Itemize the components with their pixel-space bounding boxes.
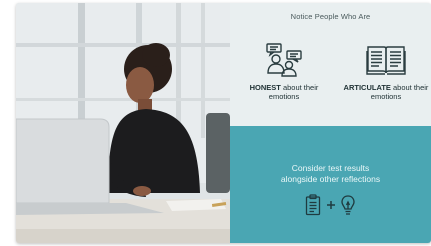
feature-honest-label: HONEST about their emotions <box>234 83 334 101</box>
bottom-icon-row <box>230 194 431 216</box>
consider-line-1: Consider test results <box>291 163 370 173</box>
open-book-icon <box>336 43 431 77</box>
notice-people-panel: Notice People Who Are HONEST about their… <box>230 3 431 126</box>
clipboard-icon <box>305 194 325 216</box>
panel-title: Notice People Who Are <box>290 12 371 21</box>
consider-text: Consider test results alongside other re… <box>230 163 431 184</box>
feature-honest-strong: HONEST <box>249 83 281 92</box>
consider-line-2: alongside other reflections <box>280 173 381 184</box>
feature-honest: HONEST about their emotions <box>234 43 334 101</box>
photo-woman-at-laptop <box>16 3 230 243</box>
consider-results-panel: Consider test results alongside other re… <box>230 126 431 243</box>
people-chat-icon <box>234 43 334 77</box>
slide-frame: Notice People Who Are HONEST about their… <box>16 3 431 243</box>
feature-articulate-strong: ARTICULATE <box>343 83 391 92</box>
feature-articulate-label: ARTICULATE about their emotions <box>336 83 431 101</box>
lightbulb-icon <box>340 195 356 215</box>
feature-articulate: ARTICULATE about their emotions <box>336 43 431 101</box>
plus-icon <box>326 196 340 213</box>
